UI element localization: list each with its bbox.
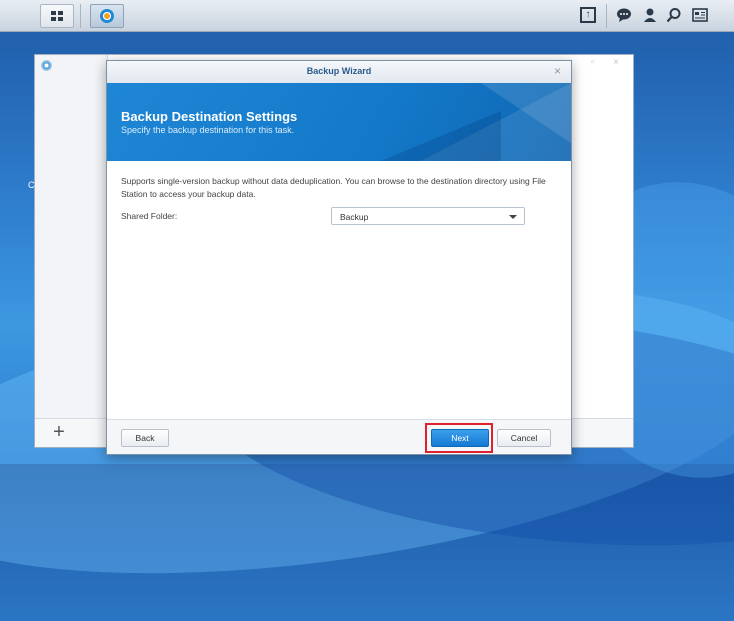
step-title: Backup Destination Settings bbox=[121, 109, 298, 124]
chevron-down-icon bbox=[509, 215, 517, 219]
main-menu-button[interactable] bbox=[40, 4, 74, 28]
backup-app-icon bbox=[100, 9, 114, 23]
taskbar: ↑ bbox=[0, 0, 734, 32]
backup-wizard-dialog: Backup Wizard × Backup Destination Setti… bbox=[106, 60, 572, 455]
widgets-icon[interactable] bbox=[692, 7, 708, 23]
dialog-titlebar: Backup Wizard × bbox=[107, 61, 571, 84]
back-button[interactable]: Back bbox=[121, 429, 169, 447]
wizard-header: Backup Destination Settings Specify the … bbox=[107, 83, 571, 161]
user-icon[interactable] bbox=[642, 7, 658, 23]
step-description: Supports single-version backup without d… bbox=[121, 176, 546, 199]
taskbar-divider bbox=[606, 4, 607, 28]
grid-icon bbox=[51, 11, 63, 21]
next-button[interactable]: Next bbox=[431, 429, 489, 447]
cancel-button[interactable]: Cancel bbox=[497, 429, 551, 447]
taskbar-divider bbox=[80, 4, 81, 28]
edge-text: C bbox=[28, 180, 35, 190]
add-task-button[interactable]: + bbox=[47, 421, 71, 445]
search-icon[interactable] bbox=[666, 7, 682, 23]
step-subtitle: Specify the backup destination for this … bbox=[121, 125, 295, 135]
backup-app-icon bbox=[41, 60, 52, 71]
chat-icon[interactable] bbox=[616, 7, 632, 23]
upload-icon[interactable]: ↑ bbox=[580, 7, 596, 23]
window-controls[interactable]: – ▫ × bbox=[566, 57, 627, 68]
shared-folder-label: Shared Folder: bbox=[121, 211, 178, 221]
shared-folder-select[interactable]: Backup bbox=[331, 207, 525, 225]
dialog-title: Backup Wizard bbox=[306, 66, 372, 76]
header-decoration bbox=[481, 83, 571, 143]
taskbar-app-backup[interactable] bbox=[90, 4, 124, 28]
dialog-footer: Back Next Cancel bbox=[107, 419, 571, 454]
close-icon[interactable]: × bbox=[554, 64, 561, 78]
app-sidebar bbox=[35, 55, 108, 447]
shared-folder-value: Backup bbox=[340, 212, 369, 222]
